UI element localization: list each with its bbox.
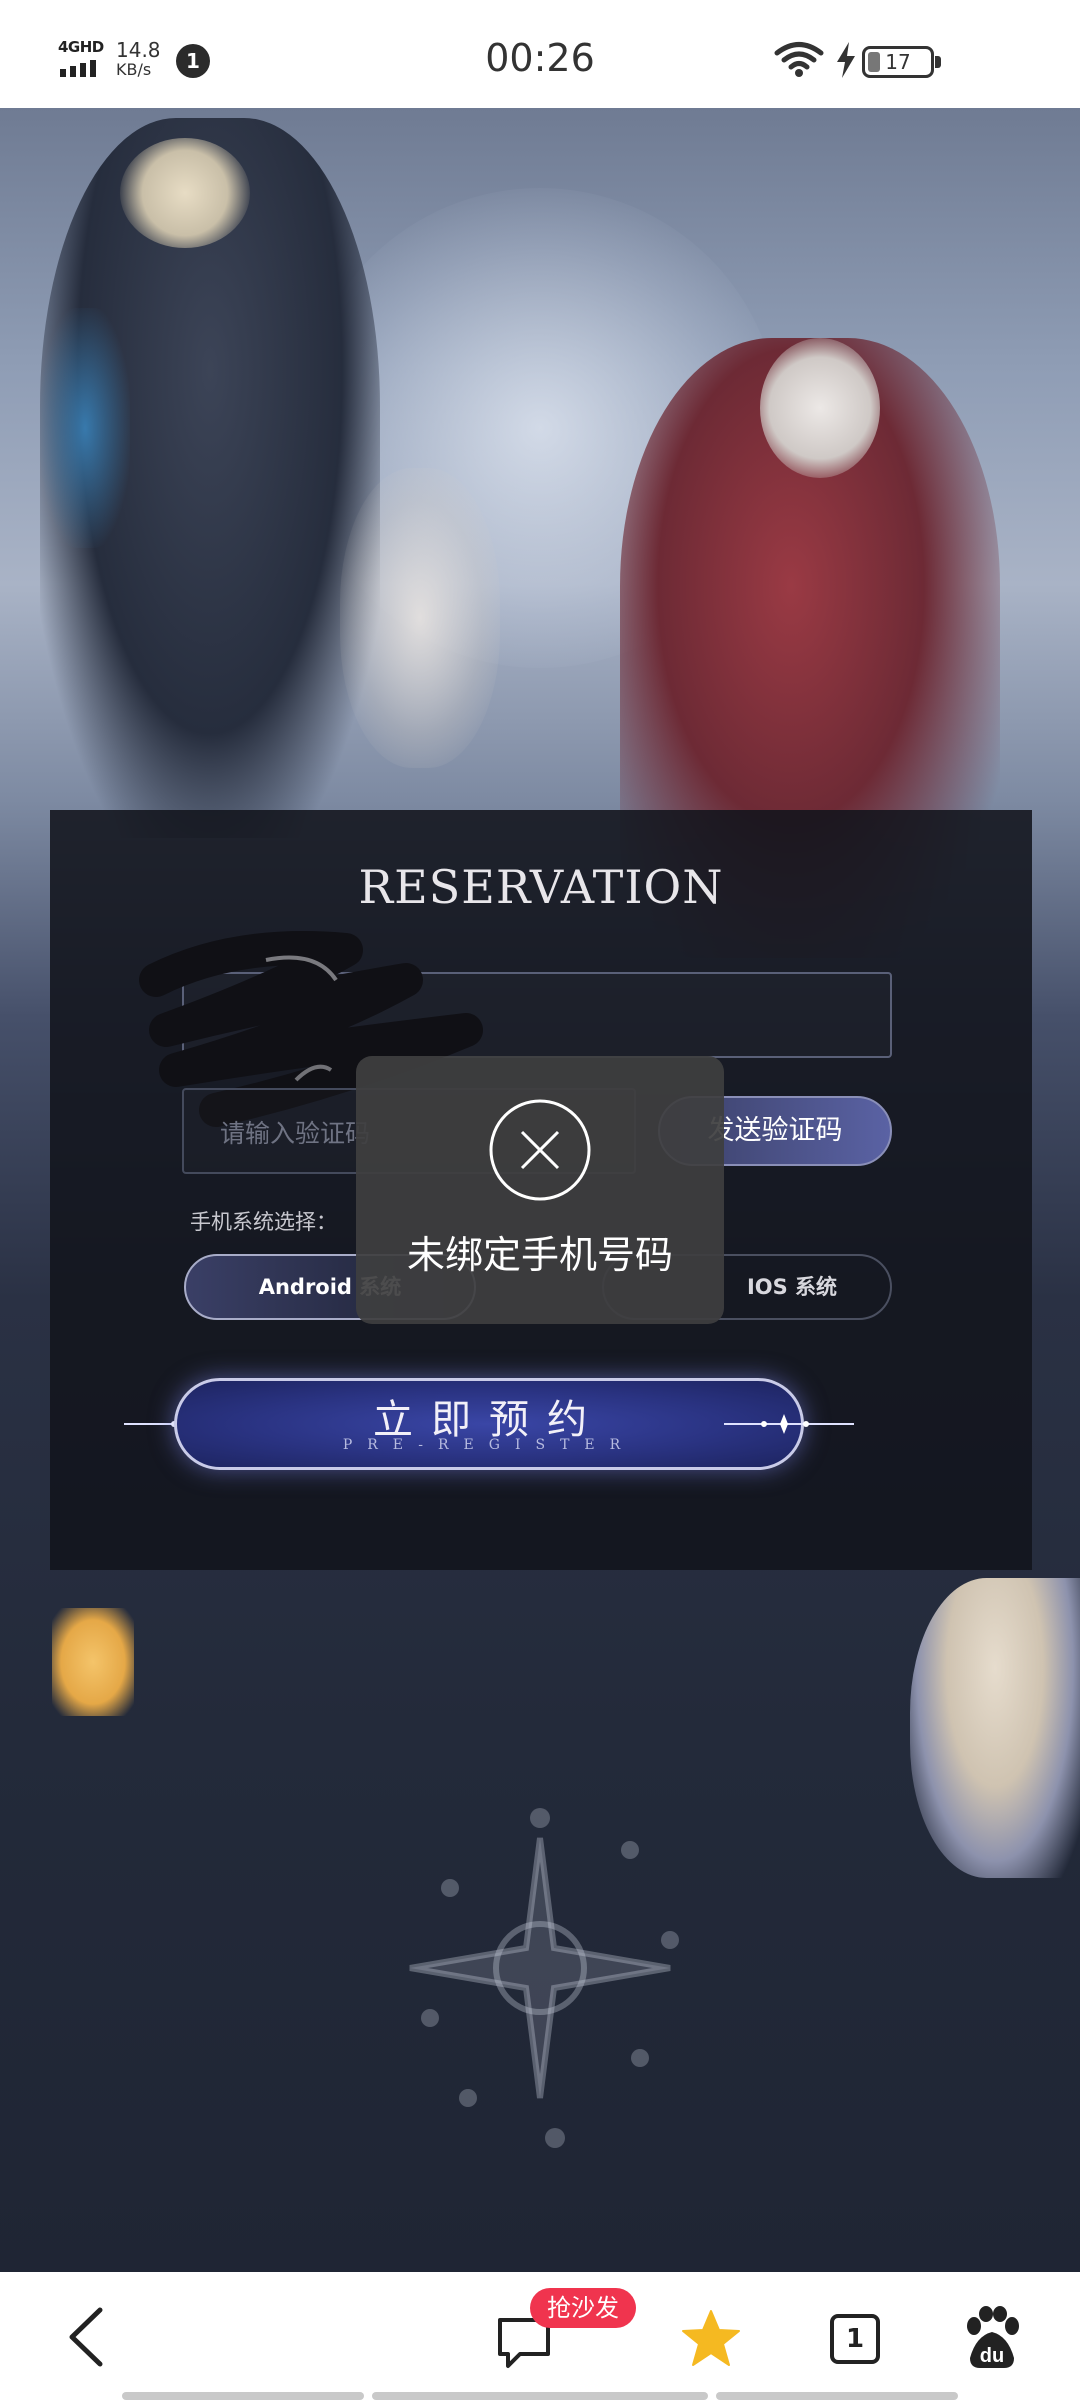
wifi-icon bbox=[774, 42, 824, 77]
baidu-paw-icon[interactable]: du bbox=[960, 2306, 1024, 2372]
code-placeholder: 请输入验证码 bbox=[220, 1119, 371, 1148]
floating-gift-icon[interactable] bbox=[52, 1608, 134, 1716]
notification-badge: 1 bbox=[176, 44, 210, 78]
compass-emblem-icon bbox=[409, 1808, 679, 2148]
os-select-label: 手机系统选择： bbox=[190, 1210, 337, 1234]
star-icon[interactable] bbox=[680, 2308, 742, 2370]
floating-mascot[interactable] bbox=[910, 1578, 1080, 1878]
network-type: 4GHD bbox=[58, 38, 104, 56]
svg-text:du: du bbox=[980, 2345, 1004, 2367]
gesture-bar-right bbox=[716, 2392, 958, 2400]
browser-toolbar: 抢沙发 1 du bbox=[0, 2272, 1080, 2400]
back-icon[interactable] bbox=[58, 2302, 118, 2372]
status-bar: 4GHD 14.8 KB/s 1 00:26 17 bbox=[0, 0, 1080, 108]
error-toast: 未绑定手机号码 bbox=[356, 1056, 724, 1324]
panel-title: RESERVATION bbox=[358, 860, 724, 914]
web-content[interactable]: RESERVATION 请输入验证码 发送验证码 手机系统选择： Android… bbox=[0, 108, 1080, 2272]
charging-icon bbox=[837, 42, 855, 78]
battery-icon: 17 bbox=[862, 46, 934, 78]
gesture-bar-center bbox=[372, 2392, 708, 2400]
tabs-icon[interactable]: 1 bbox=[830, 2314, 880, 2364]
toast-message: 未绑定手机号码 bbox=[406, 1233, 673, 1277]
preregister-button[interactable]: 立即预约 PRE-REGISTER bbox=[124, 1378, 854, 1470]
preregister-sublabel: PRE-REGISTER bbox=[342, 1437, 636, 1453]
battery-level: 17 bbox=[885, 50, 911, 74]
speed-value: 14.8 bbox=[116, 38, 161, 62]
clock: 00:26 bbox=[485, 36, 595, 80]
sofa-badge[interactable]: 抢沙发 bbox=[530, 2288, 636, 2328]
gesture-bar-left bbox=[122, 2392, 364, 2400]
signal-icon: 4GHD bbox=[58, 38, 110, 78]
sparkle-right-icon bbox=[724, 1414, 854, 1434]
network-speed: 14.8 KB/s bbox=[116, 40, 166, 80]
speed-unit: KB/s bbox=[116, 60, 152, 79]
close-circle-icon bbox=[489, 1099, 591, 1201]
